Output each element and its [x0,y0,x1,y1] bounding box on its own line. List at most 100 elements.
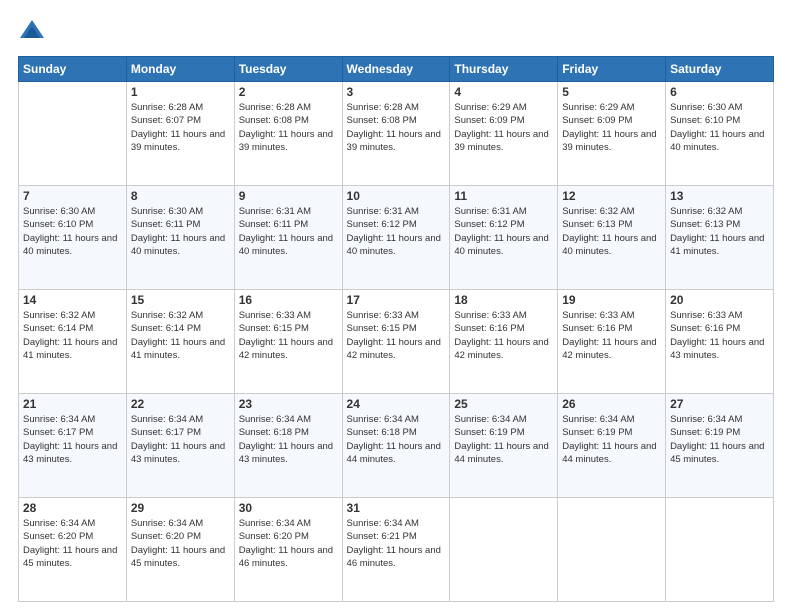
day-detail: Sunrise: 6:29 AMSunset: 6:09 PMDaylight:… [454,101,553,154]
weekday-header: Friday [558,57,666,82]
day-detail: Sunrise: 6:33 AMSunset: 6:15 PMDaylight:… [239,309,338,362]
calendar-cell: 11Sunrise: 6:31 AMSunset: 6:12 PMDayligh… [450,186,558,290]
day-number: 18 [454,293,553,307]
weekday-header: Wednesday [342,57,450,82]
day-detail: Sunrise: 6:30 AMSunset: 6:10 PMDaylight:… [23,205,122,258]
calendar-cell: 7 Sunrise: 6:30 AMSunset: 6:10 PMDaylight… [19,186,127,290]
calendar-cell: 16 Sunrise: 6:33 AMSunset: 6:15 PMDayligh… [234,290,342,394]
day-detail: Sunrise: 6:34 AMSunset: 6:21 PMDaylight:… [347,517,446,570]
day-number: 7 [23,189,122,203]
calendar-cell [19,82,127,186]
calendar-cell: 31 Sunrise: 6:34 AMSunset: 6:21 PMDayligh… [342,498,450,602]
calendar-week-row: 7 Sunrise: 6:30 AMSunset: 6:10 PMDaylight… [19,186,774,290]
day-number: 17 [347,293,446,307]
day-detail: Sunrise: 6:32 AMSunset: 6:14 PMDaylight:… [23,309,122,362]
calendar-cell: 30Sunrise: 6:34 AMSunset: 6:20 PMDayligh… [234,498,342,602]
calendar-cell [450,498,558,602]
calendar-cell: 1 Sunrise: 6:28 AMSunset: 6:07 PMDaylight… [126,82,234,186]
day-number: 6 [670,85,769,99]
day-detail: Sunrise: 6:31 AMSunset: 6:12 PMDaylight:… [454,205,553,258]
day-detail: Sunrise: 6:34 AMSunset: 6:20 PMDaylight:… [239,517,338,570]
calendar-cell: 13 Sunrise: 6:32 AMSunset: 6:13 PMDayligh… [666,186,774,290]
day-detail: Sunrise: 6:34 AMSunset: 6:19 PMDaylight:… [562,413,661,466]
day-detail: Sunrise: 6:29 AMSunset: 6:09 PMDaylight:… [562,101,661,154]
day-number: 5 [562,85,661,99]
day-detail: Sunrise: 6:32 AMSunset: 6:13 PMDaylight:… [562,205,661,258]
day-number: 20 [670,293,769,307]
day-number: 1 [131,85,230,99]
calendar-cell: 8 Sunrise: 6:30 AMSunset: 6:11 PMDaylight… [126,186,234,290]
day-detail: Sunrise: 6:34 AMSunset: 6:20 PMDaylight:… [23,517,122,570]
day-detail: Sunrise: 6:34 AMSunset: 6:17 PMDaylight:… [131,413,230,466]
logo [18,18,50,46]
calendar-cell: 18 Sunrise: 6:33 AMSunset: 6:16 PMDayligh… [450,290,558,394]
calendar-week-row: 28 Sunrise: 6:34 AMSunset: 6:20 PMDayligh… [19,498,774,602]
calendar-cell: 15 Sunrise: 6:32 AMSunset: 6:14 PMDayligh… [126,290,234,394]
calendar-cell: 14 Sunrise: 6:32 AMSunset: 6:14 PMDayligh… [19,290,127,394]
day-detail: Sunrise: 6:34 AMSunset: 6:19 PMDaylight:… [454,413,553,466]
day-detail: Sunrise: 6:33 AMSunset: 6:16 PMDaylight:… [454,309,553,362]
calendar-cell: 25Sunrise: 6:34 AMSunset: 6:19 PMDayligh… [450,394,558,498]
weekday-header: Tuesday [234,57,342,82]
day-number: 4 [454,85,553,99]
day-detail: Sunrise: 6:31 AMSunset: 6:11 PMDaylight:… [239,205,338,258]
header [18,18,774,46]
day-number: 24 [347,397,446,411]
weekday-header: Saturday [666,57,774,82]
weekday-header: Monday [126,57,234,82]
day-detail: Sunrise: 6:34 AMSunset: 6:20 PMDaylight:… [131,517,230,570]
weekday-header: Sunday [19,57,127,82]
calendar-cell: 2 Sunrise: 6:28 AMSunset: 6:08 PMDaylight… [234,82,342,186]
calendar-cell: 23 Sunrise: 6:34 AMSunset: 6:18 PMDayligh… [234,394,342,498]
day-detail: Sunrise: 6:34 AMSunset: 6:19 PMDaylight:… [670,413,769,466]
day-number: 3 [347,85,446,99]
day-detail: Sunrise: 6:28 AMSunset: 6:07 PMDaylight:… [131,101,230,154]
day-detail: Sunrise: 6:32 AMSunset: 6:13 PMDaylight:… [670,205,769,258]
day-number: 10 [347,189,446,203]
day-number: 14 [23,293,122,307]
day-number: 16 [239,293,338,307]
day-detail: Sunrise: 6:30 AMSunset: 6:10 PMDaylight:… [670,101,769,154]
calendar: SundayMondayTuesdayWednesdayThursdayFrid… [18,56,774,602]
day-number: 13 [670,189,769,203]
calendar-cell: 21Sunrise: 6:34 AMSunset: 6:17 PMDayligh… [19,394,127,498]
day-number: 21 [23,397,122,411]
calendar-cell [666,498,774,602]
day-detail: Sunrise: 6:33 AMSunset: 6:16 PMDaylight:… [562,309,661,362]
day-number: 15 [131,293,230,307]
calendar-cell: 6 Sunrise: 6:30 AMSunset: 6:10 PMDaylight… [666,82,774,186]
day-number: 31 [347,501,446,515]
calendar-cell: 22Sunrise: 6:34 AMSunset: 6:17 PMDayligh… [126,394,234,498]
calendar-cell: 10 Sunrise: 6:31 AMSunset: 6:12 PMDayligh… [342,186,450,290]
day-detail: Sunrise: 6:31 AMSunset: 6:12 PMDaylight:… [347,205,446,258]
calendar-cell: 26 Sunrise: 6:34 AMSunset: 6:19 PMDayligh… [558,394,666,498]
day-number: 29 [131,501,230,515]
day-detail: Sunrise: 6:28 AMSunset: 6:08 PMDaylight:… [239,101,338,154]
calendar-cell: 17 Sunrise: 6:33 AMSunset: 6:15 PMDayligh… [342,290,450,394]
weekday-header: Thursday [450,57,558,82]
day-detail: Sunrise: 6:30 AMSunset: 6:11 PMDaylight:… [131,205,230,258]
day-detail: Sunrise: 6:33 AMSunset: 6:16 PMDaylight:… [670,309,769,362]
day-number: 26 [562,397,661,411]
calendar-week-row: 14 Sunrise: 6:32 AMSunset: 6:14 PMDayligh… [19,290,774,394]
calendar-week-row: 21 Sunrise: 6:34 AMSunset: 6:17 PMDayligh… [19,394,774,498]
day-detail: Sunrise: 6:34 AMSunset: 6:18 PMDaylight:… [239,413,338,466]
day-number: 9 [239,189,338,203]
day-number: 8 [131,189,230,203]
day-number: 28 [23,501,122,515]
calendar-week-row: 1 Sunrise: 6:28 AMSunset: 6:07 PMDaylight… [19,82,774,186]
day-number: 27 [670,397,769,411]
day-detail: Sunrise: 6:28 AMSunset: 6:08 PMDaylight:… [347,101,446,154]
calendar-cell: 19 Sunrise: 6:33 AMSunset: 6:16 PMDayligh… [558,290,666,394]
calendar-cell: 9 Sunrise: 6:31 AMSunset: 6:11 PMDaylight… [234,186,342,290]
day-number: 19 [562,293,661,307]
calendar-cell: 5 Sunrise: 6:29 AMSunset: 6:09 PMDaylight… [558,82,666,186]
day-number: 2 [239,85,338,99]
day-detail: Sunrise: 6:34 AMSunset: 6:18 PMDaylight:… [347,413,446,466]
calendar-cell: 4 Sunrise: 6:29 AMSunset: 6:09 PMDaylight… [450,82,558,186]
day-detail: Sunrise: 6:33 AMSunset: 6:15 PMDaylight:… [347,309,446,362]
day-detail: Sunrise: 6:32 AMSunset: 6:14 PMDaylight:… [131,309,230,362]
day-number: 23 [239,397,338,411]
calendar-cell: 3 Sunrise: 6:28 AMSunset: 6:08 PMDaylight… [342,82,450,186]
calendar-cell: 28 Sunrise: 6:34 AMSunset: 6:20 PMDayligh… [19,498,127,602]
